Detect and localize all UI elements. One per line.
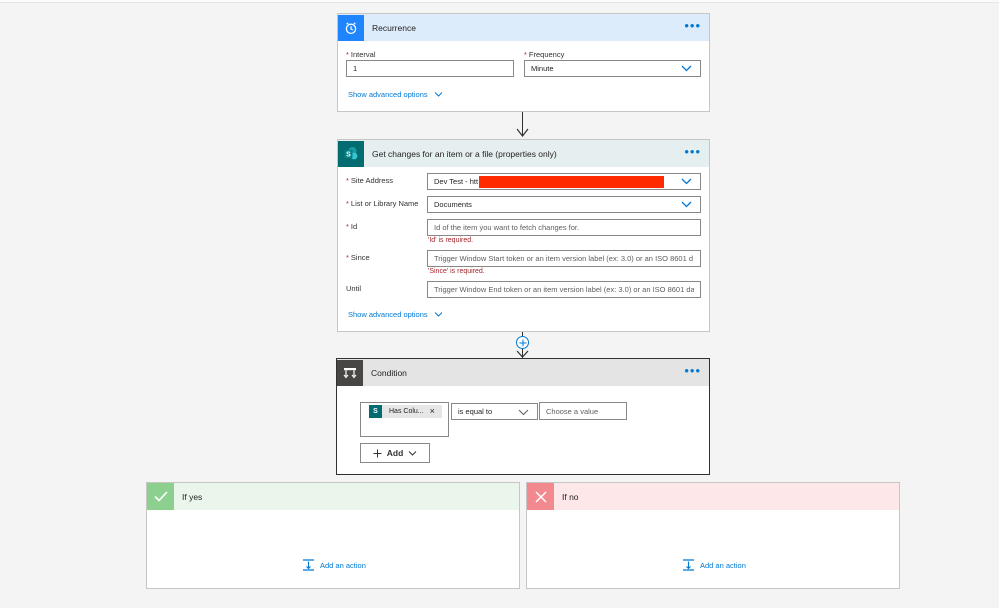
condition-title: Condition bbox=[371, 367, 407, 378]
plus-icon bbox=[519, 339, 526, 346]
add-action-icon bbox=[683, 559, 694, 571]
chevron-down-icon bbox=[434, 312, 442, 317]
condition-left-operand[interactable]: S Has Colu... × bbox=[360, 402, 449, 437]
site-address-label: * Site Address bbox=[346, 176, 394, 185]
interval-label: * Interval bbox=[346, 50, 376, 59]
interval-input[interactable]: 1 bbox=[346, 60, 514, 77]
add-an-action-link[interactable]: Add an action bbox=[682, 559, 746, 571]
checkmark-icon bbox=[147, 483, 174, 510]
chevron-down-icon bbox=[434, 92, 442, 97]
since-input[interactable]: Trigger Window Start token or an item ve… bbox=[427, 250, 701, 267]
chevron-down-icon bbox=[681, 65, 692, 72]
id-error: 'Id' is required. bbox=[428, 237, 474, 244]
sharepoint-title: Get changes for an item or a file (prope… bbox=[372, 148, 557, 159]
if-no-title: If no bbox=[562, 491, 579, 502]
chevron-down-icon bbox=[681, 178, 692, 185]
sharepoint-header[interactable]: S Get changes for an item or a file (pro… bbox=[338, 140, 709, 167]
show-advanced-options-link[interactable]: Show advanced options bbox=[348, 90, 443, 99]
frequency-dropdown[interactable]: Minute bbox=[524, 60, 701, 77]
condition-card[interactable]: Condition ••• S Has Colu... × is equal t… bbox=[336, 358, 710, 475]
close-icon bbox=[527, 483, 554, 510]
id-input[interactable]: Id of the item you want to fetch changes… bbox=[427, 219, 701, 236]
dynamic-content-token[interactable]: S Has Colu... × bbox=[369, 405, 442, 418]
sharepoint-get-changes-card[interactable]: S Get changes for an item or a file (pro… bbox=[337, 139, 710, 332]
list-library-dropdown[interactable]: Documents bbox=[427, 196, 701, 213]
recurrence-title: Recurrence bbox=[372, 22, 416, 33]
until-input[interactable]: Trigger Window End token or an item vers… bbox=[427, 281, 701, 298]
more-dots-icon[interactable]: ••• bbox=[684, 145, 701, 158]
value-input[interactable]: Choose a value bbox=[539, 402, 627, 420]
chevron-down-icon bbox=[681, 201, 692, 208]
add-action-icon bbox=[303, 559, 314, 571]
since-label: * Since bbox=[346, 253, 370, 262]
show-advanced-options-link[interactable]: Show advanced options bbox=[348, 310, 443, 319]
top-border bbox=[0, 0, 999, 3]
redaction-bar bbox=[479, 176, 664, 188]
chevron-down-icon bbox=[408, 450, 417, 456]
more-dots-icon[interactable]: ••• bbox=[684, 19, 701, 32]
more-dots-icon[interactable]: ••• bbox=[684, 364, 701, 377]
if-yes-header[interactable]: If yes bbox=[147, 483, 519, 510]
condition-icon bbox=[337, 359, 363, 386]
arrow-down-icon bbox=[516, 128, 529, 137]
arrow-down-icon bbox=[516, 350, 529, 358]
list-library-label: * List or Library Name bbox=[346, 199, 419, 208]
id-label: * Id bbox=[346, 222, 358, 231]
if-no-branch[interactable]: If no Add an action bbox=[526, 482, 900, 589]
sharepoint-icon: S bbox=[369, 405, 382, 418]
if-no-header[interactable]: If no bbox=[527, 483, 899, 510]
chevron-down-icon bbox=[518, 409, 529, 416]
frequency-label: * Frequency bbox=[524, 50, 565, 59]
close-icon[interactable]: × bbox=[430, 407, 435, 416]
add-condition-button[interactable]: Add bbox=[360, 443, 430, 463]
add-an-action-link[interactable]: Add an action bbox=[302, 559, 366, 571]
plus-icon bbox=[373, 449, 382, 457]
if-yes-branch[interactable]: If yes Add an action bbox=[146, 482, 520, 589]
operator-dropdown[interactable]: is equal to bbox=[451, 403, 538, 420]
if-yes-title: If yes bbox=[182, 491, 203, 502]
sharepoint-icon: S bbox=[338, 140, 364, 167]
svg-text:S: S bbox=[346, 151, 351, 158]
recurrence-card[interactable]: Recurrence ••• * Interval 1 * Frequency Mi… bbox=[337, 13, 710, 112]
alarm-clock-icon bbox=[338, 14, 364, 41]
until-label: Until bbox=[346, 284, 362, 293]
insert-step-button[interactable] bbox=[516, 336, 529, 349]
since-error: 'Since' is required. bbox=[428, 268, 485, 275]
recurrence-header[interactable]: Recurrence ••• bbox=[338, 14, 709, 41]
condition-header[interactable]: Condition ••• bbox=[337, 359, 709, 386]
